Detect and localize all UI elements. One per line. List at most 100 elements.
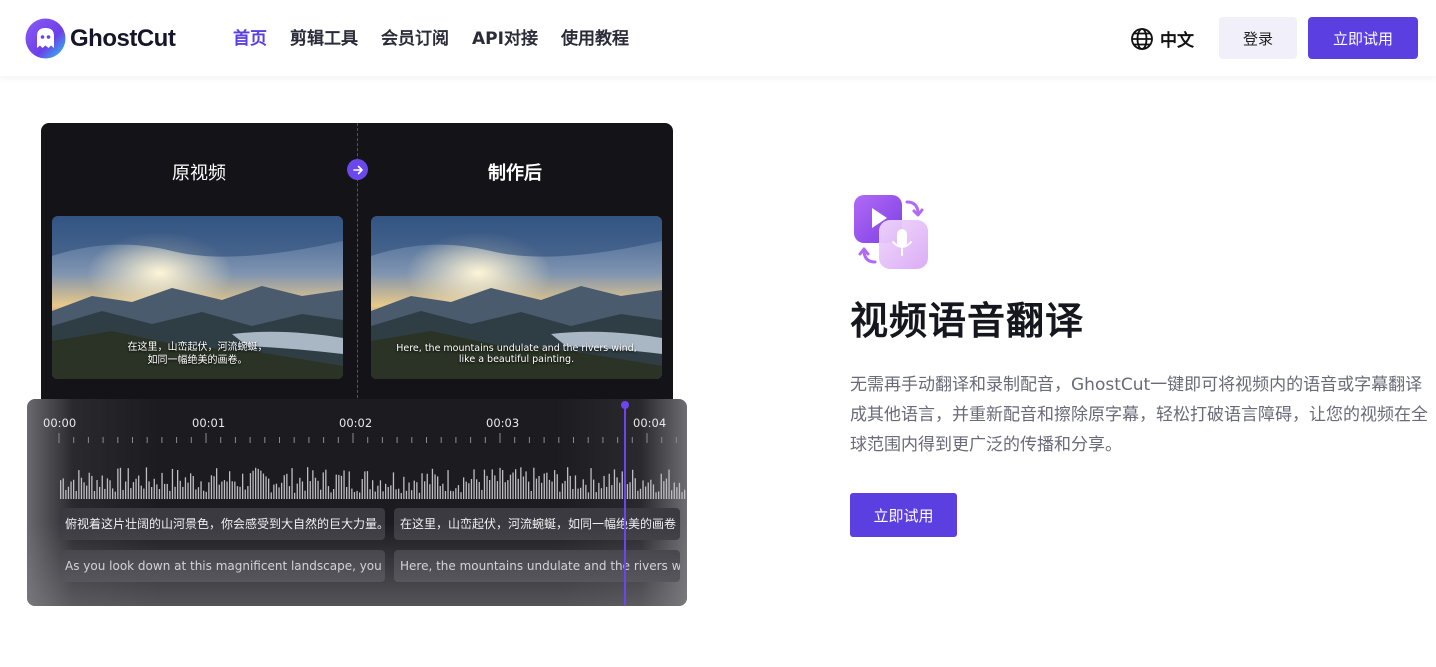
waveform-bar bbox=[301, 481, 304, 499]
arrow-right-icon bbox=[347, 159, 368, 180]
waveform-bar bbox=[78, 470, 80, 499]
translated-subtitle: Here, the mountains undulate and the riv… bbox=[396, 343, 637, 365]
waveform-bar bbox=[67, 486, 70, 499]
waveform-bar bbox=[148, 481, 150, 499]
nav-item-api[interactable]: API对接 bbox=[472, 28, 538, 50]
waveform-bar bbox=[507, 480, 509, 499]
waveform-bar bbox=[327, 486, 330, 499]
waveform-bar bbox=[96, 480, 98, 499]
waveform-bar bbox=[616, 477, 618, 499]
audio-waveform[interactable] bbox=[27, 463, 687, 501]
logo[interactable]: GhostCut bbox=[25, 18, 176, 59]
nav-item-membership[interactable]: 会员订阅 bbox=[381, 28, 449, 50]
waveform-bar bbox=[580, 487, 582, 499]
main-nav: 首页 剪辑工具 会员订阅 API对接 使用教程 bbox=[233, 28, 652, 50]
waveform-bar bbox=[218, 484, 220, 499]
waveform-bar bbox=[387, 487, 389, 499]
waveform-bar bbox=[429, 484, 431, 499]
original-video-thumbnail[interactable]: 在这里，山峦起伏，河流蜿蜒， 如同一幅绝美的画卷。 bbox=[52, 216, 343, 379]
chinese-subtitle-track-segment[interactable]: 俯视着这片壮阔的山河景色，你会感受到大自然的巨大力量。 bbox=[59, 508, 385, 540]
waveform-bar bbox=[210, 475, 213, 499]
waveform-bar bbox=[681, 492, 683, 499]
nav-item-tutorials[interactable]: 使用教程 bbox=[561, 28, 629, 50]
waveform-bar bbox=[559, 491, 561, 499]
waveform-bar bbox=[400, 493, 402, 499]
waveform-bar bbox=[200, 481, 202, 499]
waveform-bar bbox=[611, 485, 613, 499]
waveform-bar bbox=[403, 476, 405, 499]
waveform-bar bbox=[372, 480, 374, 499]
time-label: 00:03 bbox=[486, 416, 520, 430]
waveform-bar bbox=[312, 470, 314, 499]
waveform-bar bbox=[299, 477, 301, 499]
waveform-bar bbox=[317, 480, 319, 499]
waveform-bar bbox=[364, 471, 366, 499]
waveform-bar bbox=[119, 467, 122, 499]
nav-item-editing-tools[interactable]: 剪辑工具 bbox=[290, 28, 358, 50]
waveform-bar bbox=[483, 469, 486, 499]
result-video-label: 制作后 bbox=[488, 163, 542, 184]
waveform-bar bbox=[283, 475, 285, 499]
waveform-bar bbox=[642, 480, 644, 499]
waveform-bar bbox=[179, 480, 181, 499]
waveform-bar bbox=[255, 467, 257, 499]
waveform-bar bbox=[478, 482, 480, 499]
waveform-bar bbox=[338, 474, 340, 499]
waveform-bar bbox=[153, 478, 155, 499]
waveform-bar bbox=[138, 475, 140, 499]
waveform-bar bbox=[660, 473, 662, 499]
globe-icon bbox=[1131, 27, 1153, 50]
waveform-bar bbox=[489, 480, 491, 499]
waveform-bar bbox=[673, 482, 675, 499]
waveform-bar bbox=[273, 484, 275, 499]
top-navigation-bar: GhostCut 首页 剪辑工具 会员订阅 API对接 使用教程 中文 登录 立… bbox=[0, 0, 1436, 76]
waveform-bar bbox=[606, 486, 608, 499]
waveform-bar bbox=[369, 489, 371, 499]
waveform-bar bbox=[460, 492, 462, 499]
login-button[interactable]: 登录 bbox=[1219, 17, 1297, 59]
waveform-bar bbox=[335, 474, 337, 499]
waveform-bar bbox=[569, 475, 571, 499]
waveform-bar bbox=[195, 489, 197, 499]
waveform-bar bbox=[294, 492, 296, 499]
language-switcher[interactable]: 中文 bbox=[1130, 26, 1194, 51]
waveform-bar bbox=[457, 485, 460, 499]
result-video-thumbnail[interactable]: Here, the mountains undulate and the riv… bbox=[371, 216, 662, 379]
waveform-bar bbox=[502, 470, 504, 499]
english-subtitle-track-segment[interactable]: As you look down at this magnificent lan… bbox=[59, 550, 385, 582]
waveform-bar bbox=[249, 473, 252, 499]
waveform-bar bbox=[333, 489, 335, 499]
waveform-bar bbox=[309, 481, 311, 499]
waveform-bar bbox=[122, 489, 124, 499]
waveform-bar bbox=[93, 491, 96, 499]
waveform-bar bbox=[143, 488, 145, 499]
waveform-bar bbox=[132, 482, 135, 499]
waveform-bar bbox=[577, 488, 579, 499]
waveform-bar bbox=[208, 482, 210, 499]
playhead-handle[interactable] bbox=[621, 401, 629, 409]
waveform-bar bbox=[281, 482, 283, 499]
waveform-bar bbox=[587, 492, 590, 499]
original-subtitle: 在这里，山峦起伏，河流蜿蜒， 如同一幅绝美的画卷。 bbox=[127, 342, 268, 366]
waveform-bar bbox=[470, 479, 473, 499]
waveform-bar bbox=[164, 483, 166, 499]
waveform-bar bbox=[83, 482, 85, 499]
waveform-bar bbox=[286, 473, 288, 499]
waveform-bar bbox=[265, 476, 267, 499]
playhead[interactable] bbox=[624, 401, 626, 606]
waveform-bar bbox=[346, 487, 348, 499]
english-subtitle-track-segment[interactable]: Here, the mountains undulate and the riv… bbox=[394, 550, 680, 582]
chinese-subtitle-track-segment[interactable]: 在这里，山峦起伏，河流蜿蜒，如同一幅绝美的画卷 bbox=[394, 508, 680, 540]
time-label: 00:02 bbox=[339, 416, 373, 430]
waveform-bar bbox=[647, 482, 649, 499]
waveform-bar bbox=[655, 492, 657, 499]
nav-item-home[interactable]: 首页 bbox=[233, 28, 267, 50]
try-now-button[interactable]: 立即试用 bbox=[850, 493, 957, 537]
waveform-bar bbox=[262, 473, 265, 499]
waveform-bar bbox=[676, 487, 678, 499]
try-now-header-button[interactable]: 立即试用 bbox=[1308, 17, 1418, 59]
waveform-bar bbox=[216, 468, 218, 499]
waveform-bar bbox=[192, 476, 194, 499]
waveform-bar bbox=[481, 489, 483, 499]
waveform-bar bbox=[684, 489, 686, 499]
